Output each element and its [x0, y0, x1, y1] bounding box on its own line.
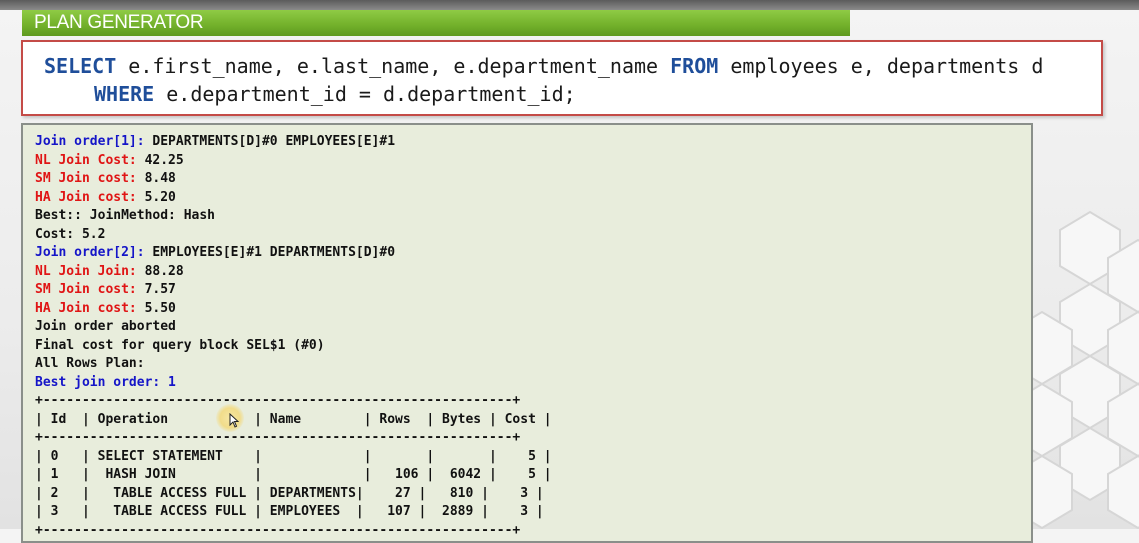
- sql-query-box: SELECT e.first_name, e.last_name, e.depa…: [21, 40, 1103, 116]
- trace-line: HA Join cost: 5.50: [35, 300, 552, 319]
- trace-output: Join order[1]: DEPARTMENTS[D]#0 EMPLOYEE…: [35, 133, 552, 540]
- sql-text: e.department_id = d.department_id;: [154, 82, 576, 106]
- trace-value: DEPARTMENTS[D]#0 EMPLOYEES[E]#1: [144, 134, 396, 149]
- trace-value: 7.57: [136, 282, 176, 297]
- banner-title: PLAN GENERATOR: [34, 12, 204, 33]
- trace-line: All Rows Plan:: [35, 355, 552, 374]
- hexagon-background: [1030, 210, 1139, 529]
- trace-label: SM Join cost:: [35, 171, 137, 186]
- trace-label: HA Join cost:: [35, 300, 137, 316]
- trace-value: Join order aborted: [35, 319, 176, 334]
- trace-value: All Rows Plan:: [35, 356, 145, 371]
- trace-line: | 0 | SELECT STATEMENT | | | | 5 |: [35, 448, 552, 467]
- trace-label: Join order[2]:: [35, 245, 145, 260]
- trace-line: | Id | Operation | Name | Rows | Bytes |…: [35, 411, 552, 430]
- trace-line: | 1 | HASH JOIN | | 106 | 6042 | 5 |: [35, 466, 552, 485]
- trace-line: Final cost for query block SEL$1 (#0): [35, 337, 552, 356]
- trace-line: | 3 | TABLE ACCESS FULL | EMPLOYEES | 10…: [35, 503, 552, 522]
- trace-line: | 2 | TABLE ACCESS FULL | DEPARTMENTS| 2…: [35, 485, 552, 504]
- trace-label: HA Join cost:: [35, 189, 137, 205]
- trace-line: SM Join cost: 8.48: [35, 170, 552, 189]
- trace-value: +---------------------------------------…: [35, 393, 521, 408]
- plan-generator-banner: PLAN GENERATOR: [22, 10, 850, 36]
- trace-value: | 3 | TABLE ACCESS FULL | EMPLOYEES | 10…: [35, 504, 544, 519]
- trace-value: Final cost for query block SEL$1 (#0): [35, 337, 325, 353]
- trace-line: Join order[1]: DEPARTMENTS[D]#0 EMPLOYEE…: [35, 133, 552, 152]
- optimizer-trace-panel: Join order[1]: DEPARTMENTS[D]#0 EMPLOYEE…: [21, 123, 1033, 543]
- mouse-cursor-icon: [229, 413, 239, 428]
- trace-value: 5.50: [136, 300, 176, 316]
- sql-keyword: WHERE: [94, 82, 155, 106]
- trace-line: NL Join Cost: 42.25: [35, 152, 552, 171]
- trace-value: +---------------------------------------…: [35, 522, 521, 538]
- trace-line: NL Join Join: 88.28: [35, 263, 552, 282]
- sql-keyword: FROM: [670, 54, 719, 78]
- trace-label: Join order[1]:: [35, 134, 145, 149]
- trace-value: | 0 | SELECT STATEMENT | | | | 5 |: [35, 448, 552, 464]
- trace-line: SM Join cost: 7.57: [35, 281, 552, 300]
- sql-text: e.first_name, e.last_name, e.department_…: [116, 54, 671, 78]
- sql-text: employees e, departments d: [718, 54, 1044, 78]
- trace-line: +---------------------------------------…: [35, 429, 552, 448]
- trace-value: | 1 | HASH JOIN | | 106 | 6042 | 5 |: [35, 467, 552, 482]
- trace-label: NL Join Join:: [35, 263, 137, 279]
- trace-value: 5.20: [136, 189, 176, 205]
- trace-line: Cost: 5.2: [35, 226, 552, 245]
- trace-line: Join order aborted: [35, 318, 552, 337]
- trace-value: 8.48: [136, 171, 176, 186]
- trace-label: SM Join cost:: [35, 282, 137, 297]
- trace-line: +---------------------------------------…: [35, 522, 552, 541]
- trace-value: Cost: 5.2: [35, 226, 106, 242]
- trace-value: | Id | Operation | Name | Rows | Bytes |…: [35, 411, 552, 427]
- trace-value: +---------------------------------------…: [35, 430, 521, 445]
- trace-value: 88.28: [136, 263, 184, 279]
- trace-line: +---------------------------------------…: [35, 392, 552, 411]
- trace-line: Best:: JoinMethod: Hash: [35, 207, 552, 226]
- trace-label: NL Join Cost:: [35, 152, 137, 168]
- sql-line-2: WHERE e.department_id = d.department_id;: [94, 82, 576, 106]
- trace-line: Join order[2]: EMPLOYEES[E]#1 DEPARTMENT…: [35, 244, 552, 263]
- trace-value: EMPLOYEES[E]#1 DEPARTMENTS[D]#0: [144, 245, 396, 260]
- trace-value: | 2 | TABLE ACCESS FULL | DEPARTMENTS| 2…: [35, 485, 544, 501]
- trace-value: Best:: JoinMethod: Hash: [35, 208, 216, 223]
- sql-line-1: SELECT e.first_name, e.last_name, e.depa…: [44, 54, 1043, 78]
- trace-label: Best join order: 1: [35, 374, 176, 390]
- top-bar: [0, 0, 1139, 10]
- trace-value: 42.25: [136, 152, 184, 168]
- trace-line: Best join order: 1: [35, 374, 552, 393]
- trace-line: HA Join cost: 5.20: [35, 189, 552, 208]
- sql-keyword: SELECT: [44, 54, 117, 78]
